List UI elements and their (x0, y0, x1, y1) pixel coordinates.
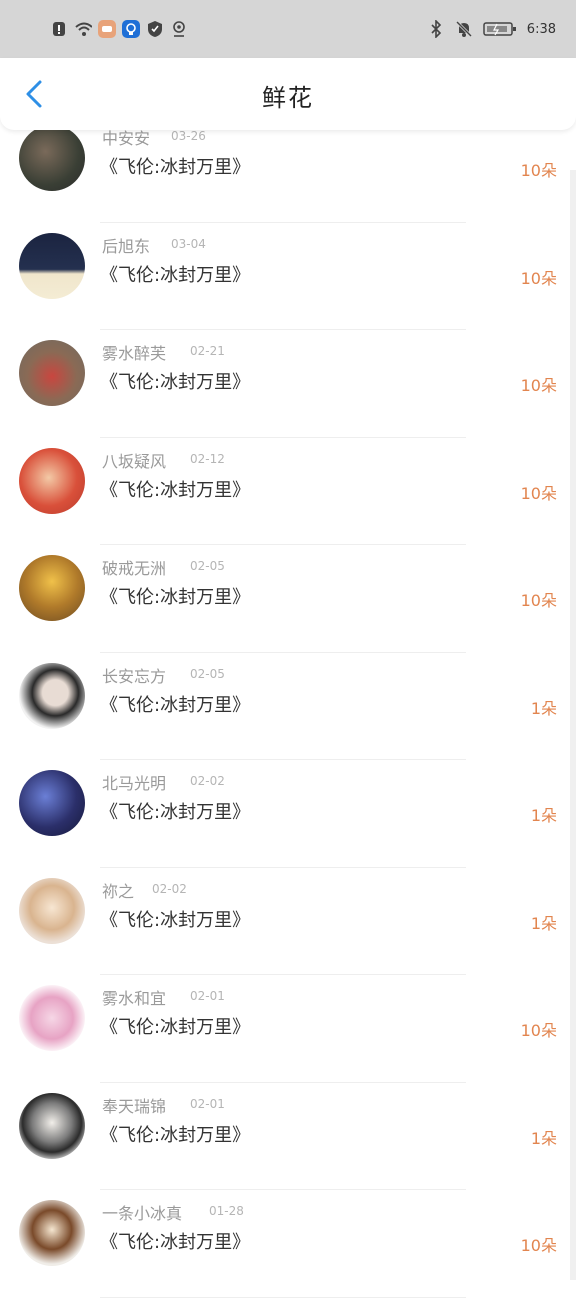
user-name: 奉天瑞锦 (102, 1096, 167, 1116)
date: 03-26 (171, 129, 206, 143)
list-item[interactable]: 雾水和宜 02-01 《飞伦:冰封万里》 10朵 (0, 975, 576, 1083)
list-item[interactable]: 雾水醉芙 02-21 《飞伦:冰封万里》 10朵 (0, 330, 576, 438)
flower-count: 1朵 (530, 913, 557, 933)
user-name: 后旭东 (102, 236, 151, 256)
list-item[interactable]: 祢之 02-02 《飞伦:冰封万里》 1朵 (0, 868, 576, 975)
list-item[interactable]: 长安忘方 02-05 《飞伦:冰封万里》 1朵 (0, 653, 576, 760)
book-title: 《飞伦:冰封万里》 (100, 802, 251, 823)
date: 02-01 (190, 989, 225, 1003)
bluetooth-icon (427, 20, 445, 38)
flower-count: 10朵 (520, 161, 557, 180)
date: 02-01 (190, 1096, 225, 1111)
flower-count: 1朵 (530, 698, 557, 718)
user-name: 一条小冰真 (102, 1204, 183, 1223)
book-title: 《飞伦:冰封万里》 (100, 694, 251, 716)
date: 01-28 (209, 1204, 244, 1218)
avatar (19, 662, 85, 729)
status-time: 6:38 (526, 21, 556, 37)
bell-off-icon (455, 20, 473, 38)
date: 02-12 (190, 451, 225, 466)
list-item[interactable]: 一条小冰真 01-28 《飞伦:冰封万里》 10朵 (0, 1190, 576, 1298)
book-title: 《飞伦:冰封万里》 (100, 372, 251, 393)
user-name: 雾水醉芙 (102, 344, 167, 363)
user-name: 八坂疑风 (102, 451, 167, 471)
flower-count: 10朵 (520, 591, 557, 610)
list-item[interactable]: 中安安 03-26 《飞伦:冰封万里》 10朵 (0, 115, 576, 223)
avatar (19, 447, 85, 514)
book-title: 《飞伦:冰封万里》 (100, 479, 251, 501)
flower-count: 10朵 (520, 483, 557, 503)
book-title: 《飞伦:冰封万里》 (100, 587, 251, 608)
avatar (19, 555, 85, 621)
scrollbar[interactable] (570, 170, 576, 1280)
avatar (19, 340, 85, 406)
flower-list: 中安安 03-26 《飞伦:冰封万里》 10朵 后旭东 03-04 《飞伦:冰封… (0, 115, 576, 1298)
avatar (19, 125, 85, 191)
flower-count: 10朵 (520, 376, 557, 395)
bulb-icon (122, 20, 140, 38)
avatar (19, 985, 85, 1051)
list-item[interactable]: 破戒无洲 02-05 《飞伦:冰封万里》 10朵 (0, 545, 576, 653)
book-title: 《飞伦:冰封万里》 (100, 157, 251, 178)
list-item[interactable]: 北马光明 02-02 《飞伦:冰封万里》 1朵 (0, 760, 576, 868)
flower-count: 1朵 (530, 806, 557, 825)
date: 03-04 (171, 236, 206, 251)
message-icon (98, 20, 116, 38)
avatar (19, 877, 85, 944)
flower-count: 10朵 (520, 268, 557, 288)
book-title: 《飞伦:冰封万里》 (100, 264, 251, 286)
flower-count: 1朵 (530, 1128, 557, 1148)
book-title: 《飞伦:冰封万里》 (100, 1232, 251, 1253)
date: 02-05 (190, 666, 225, 681)
list-item[interactable]: 奉天瑞锦 02-01 《飞伦:冰封万里》 1朵 (0, 1083, 576, 1190)
avatar (19, 1200, 85, 1266)
date: 02-02 (152, 881, 187, 896)
battery-icon (483, 20, 517, 38)
flower-count: 10朵 (520, 1021, 557, 1040)
avatar (19, 1092, 85, 1159)
user-name: 雾水和宜 (102, 989, 167, 1008)
date: 02-21 (190, 344, 225, 358)
page-title: 鲜花 (262, 84, 314, 112)
shield-icon (146, 20, 164, 38)
flower-count: 10朵 (520, 1236, 557, 1255)
date: 02-05 (190, 559, 225, 573)
header: 鲜花 (0, 58, 576, 130)
location-icon (170, 20, 188, 38)
date: 02-02 (190, 774, 225, 788)
avatar (19, 770, 85, 836)
list-item[interactable]: 后旭东 03-04 《飞伦:冰封万里》 10朵 (0, 223, 576, 330)
book-title: 《飞伦:冰封万里》 (100, 1017, 251, 1038)
book-title: 《飞伦:冰封万里》 (100, 909, 251, 931)
avatar (19, 232, 85, 299)
user-name: 长安忘方 (102, 666, 167, 686)
divider (100, 1296, 466, 1298)
status-bar: 6:38 (0, 0, 576, 58)
book-title: 《飞伦:冰封万里》 (100, 1124, 251, 1146)
list-item[interactable]: 八坂疑风 02-12 《飞伦:冰封万里》 10朵 (0, 438, 576, 545)
alert-icon (50, 20, 68, 38)
wifi-icon (74, 20, 92, 38)
user-name: 破戒无洲 (102, 559, 167, 578)
user-name: 祢之 (102, 881, 135, 901)
user-name: 北马光明 (102, 774, 167, 793)
